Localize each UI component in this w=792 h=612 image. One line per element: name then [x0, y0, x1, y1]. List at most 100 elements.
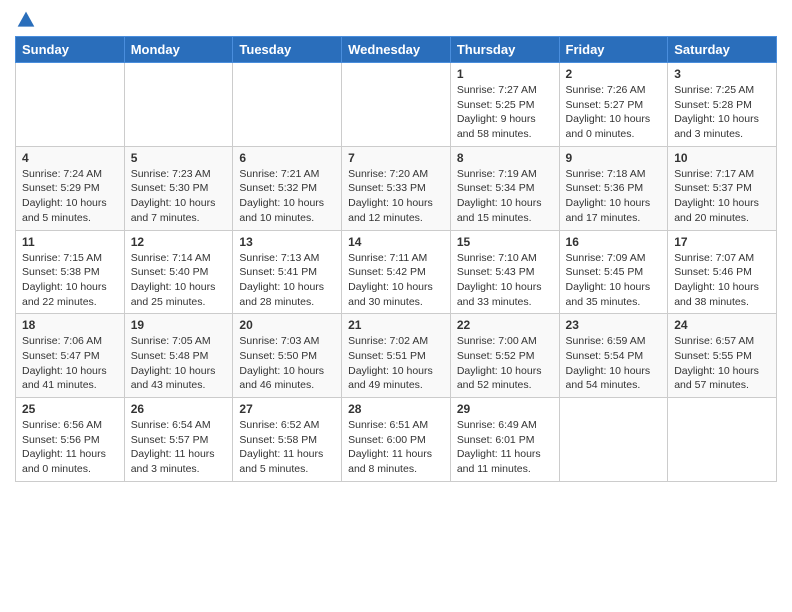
- calendar-week-4: 25 Sunrise: 6:56 AMSunset: 5:56 PMDayligh…: [16, 398, 777, 482]
- day-info: Sunrise: 7:18 AMSunset: 5:36 PMDaylight:…: [566, 167, 662, 226]
- page: SundayMondayTuesdayWednesdayThursdayFrid…: [0, 0, 792, 492]
- logo: [15, 10, 36, 26]
- weekday-header-tuesday: Tuesday: [233, 37, 342, 63]
- calendar-cell: 5 Sunrise: 7:23 AMSunset: 5:30 PMDaylight…: [124, 146, 233, 230]
- calendar-week-0: 1 Sunrise: 7:27 AMSunset: 5:25 PMDaylight…: [16, 63, 777, 147]
- day-number: 20: [239, 318, 335, 332]
- day-info: Sunrise: 7:20 AMSunset: 5:33 PMDaylight:…: [348, 167, 444, 226]
- calendar-week-1: 4Sunrise: 7:24 AMSunset: 5:29 PMDaylight…: [16, 146, 777, 230]
- calendar-cell: 13 Sunrise: 7:13 AMSunset: 5:41 PMDayligh…: [233, 230, 342, 314]
- calendar-table: SundayMondayTuesdayWednesdayThursdayFrid…: [15, 36, 777, 482]
- day-number: 26: [131, 402, 227, 416]
- calendar-cell: 29 Sunrise: 6:49 AMSunset: 6:01 PMDayligh…: [450, 398, 559, 482]
- calendar-cell: 19Sunrise: 7:05 AMSunset: 5:48 PMDayligh…: [124, 314, 233, 398]
- weekday-header-friday: Friday: [559, 37, 668, 63]
- calendar-cell: 14 Sunrise: 7:11 AMSunset: 5:42 PMDayligh…: [342, 230, 451, 314]
- day-info: Sunrise: 6:56 AMSunset: 5:56 PMDaylight:…: [22, 418, 118, 477]
- calendar-cell: 3 Sunrise: 7:25 AMSunset: 5:28 PMDaylight…: [668, 63, 777, 147]
- day-info: Sunrise: 7:21 AMSunset: 5:32 PMDaylight:…: [239, 167, 335, 226]
- calendar-cell: 16 Sunrise: 7:09 AMSunset: 5:45 PMDayligh…: [559, 230, 668, 314]
- calendar-week-2: 11 Sunrise: 7:15 AMSunset: 5:38 PMDayligh…: [16, 230, 777, 314]
- calendar-cell: 24Sunrise: 6:57 AMSunset: 5:55 PMDayligh…: [668, 314, 777, 398]
- day-info: Sunrise: 7:00 AMSunset: 5:52 PMDaylight:…: [457, 334, 553, 393]
- day-number: 16: [566, 235, 662, 249]
- day-number: 29: [457, 402, 553, 416]
- day-number: 3: [674, 67, 770, 81]
- day-number: 15: [457, 235, 553, 249]
- day-number: 13: [239, 235, 335, 249]
- day-number: 2: [566, 67, 662, 81]
- weekday-header-monday: Monday: [124, 37, 233, 63]
- calendar-cell: [233, 63, 342, 147]
- calendar-cell: 28Sunrise: 6:51 AMSunset: 6:00 PMDayligh…: [342, 398, 451, 482]
- calendar-cell: 4Sunrise: 7:24 AMSunset: 5:29 PMDaylight…: [16, 146, 125, 230]
- day-number: 1: [457, 67, 553, 81]
- day-number: 22: [457, 318, 553, 332]
- calendar-cell: 6 Sunrise: 7:21 AMSunset: 5:32 PMDaylight…: [233, 146, 342, 230]
- calendar-cell: 2 Sunrise: 7:26 AMSunset: 5:27 PMDaylight…: [559, 63, 668, 147]
- calendar-cell: 23Sunrise: 6:59 AMSunset: 5:54 PMDayligh…: [559, 314, 668, 398]
- weekday-header-saturday: Saturday: [668, 37, 777, 63]
- calendar-cell: 1 Sunrise: 7:27 AMSunset: 5:25 PMDaylight…: [450, 63, 559, 147]
- day-info: Sunrise: 6:54 AMSunset: 5:57 PMDaylight:…: [131, 418, 227, 477]
- day-info: Sunrise: 7:14 AMSunset: 5:40 PMDaylight:…: [131, 251, 227, 310]
- calendar-cell: 26 Sunrise: 6:54 AMSunset: 5:57 PMDayligh…: [124, 398, 233, 482]
- calendar-cell: 17 Sunrise: 7:07 AMSunset: 5:46 PMDayligh…: [668, 230, 777, 314]
- day-info: Sunrise: 7:11 AMSunset: 5:42 PMDaylight:…: [348, 251, 444, 310]
- day-info: Sunrise: 7:27 AMSunset: 5:25 PMDaylight:…: [457, 83, 553, 142]
- day-number: 18: [22, 318, 118, 332]
- logo-icon: [16, 10, 36, 30]
- day-info: Sunrise: 7:15 AMSunset: 5:38 PMDaylight:…: [22, 251, 118, 310]
- day-info: Sunrise: 6:51 AMSunset: 6:00 PMDaylight:…: [348, 418, 444, 477]
- day-number: 17: [674, 235, 770, 249]
- day-info: Sunrise: 6:49 AMSunset: 6:01 PMDaylight:…: [457, 418, 553, 477]
- calendar-cell: [668, 398, 777, 482]
- day-number: 12: [131, 235, 227, 249]
- day-number: 6: [239, 151, 335, 165]
- calendar-cell: 7Sunrise: 7:20 AMSunset: 5:33 PMDaylight…: [342, 146, 451, 230]
- calendar-cell: [16, 63, 125, 147]
- day-info: Sunrise: 7:17 AMSunset: 5:37 PMDaylight:…: [674, 167, 770, 226]
- calendar-cell: [124, 63, 233, 147]
- day-number: 11: [22, 235, 118, 249]
- header: [15, 10, 777, 26]
- day-number: 25: [22, 402, 118, 416]
- day-info: Sunrise: 6:57 AMSunset: 5:55 PMDaylight:…: [674, 334, 770, 393]
- day-info: Sunrise: 7:10 AMSunset: 5:43 PMDaylight:…: [457, 251, 553, 310]
- calendar-cell: 27 Sunrise: 6:52 AMSunset: 5:58 PMDayligh…: [233, 398, 342, 482]
- day-number: 23: [566, 318, 662, 332]
- day-info: Sunrise: 7:13 AMSunset: 5:41 PMDaylight:…: [239, 251, 335, 310]
- calendar-cell: 18 Sunrise: 7:06 AMSunset: 5:47 PMDayligh…: [16, 314, 125, 398]
- day-number: 9: [566, 151, 662, 165]
- day-info: Sunrise: 7:26 AMSunset: 5:27 PMDaylight:…: [566, 83, 662, 142]
- day-info: Sunrise: 7:09 AMSunset: 5:45 PMDaylight:…: [566, 251, 662, 310]
- day-info: Sunrise: 7:06 AMSunset: 5:47 PMDaylight:…: [22, 334, 118, 393]
- weekday-header-wednesday: Wednesday: [342, 37, 451, 63]
- day-number: 8: [457, 151, 553, 165]
- day-number: 14: [348, 235, 444, 249]
- day-number: 27: [239, 402, 335, 416]
- day-info: Sunrise: 7:25 AMSunset: 5:28 PMDaylight:…: [674, 83, 770, 142]
- day-number: 5: [131, 151, 227, 165]
- calendar-cell: 11 Sunrise: 7:15 AMSunset: 5:38 PMDayligh…: [16, 230, 125, 314]
- day-info: Sunrise: 7:23 AMSunset: 5:30 PMDaylight:…: [131, 167, 227, 226]
- calendar-cell: [559, 398, 668, 482]
- calendar-cell: 20 Sunrise: 7:03 AMSunset: 5:50 PMDayligh…: [233, 314, 342, 398]
- calendar-cell: [342, 63, 451, 147]
- day-info: Sunrise: 7:02 AMSunset: 5:51 PMDaylight:…: [348, 334, 444, 393]
- calendar-cell: 21 Sunrise: 7:02 AMSunset: 5:51 PMDayligh…: [342, 314, 451, 398]
- calendar-week-3: 18 Sunrise: 7:06 AMSunset: 5:47 PMDayligh…: [16, 314, 777, 398]
- calendar-cell: 15 Sunrise: 7:10 AMSunset: 5:43 PMDayligh…: [450, 230, 559, 314]
- calendar-cell: 9 Sunrise: 7:18 AMSunset: 5:36 PMDaylight…: [559, 146, 668, 230]
- day-info: Sunrise: 7:24 AMSunset: 5:29 PMDaylight:…: [22, 167, 118, 226]
- day-info: Sunrise: 7:03 AMSunset: 5:50 PMDaylight:…: [239, 334, 335, 393]
- calendar-cell: 25 Sunrise: 6:56 AMSunset: 5:56 PMDayligh…: [16, 398, 125, 482]
- day-info: Sunrise: 7:05 AMSunset: 5:48 PMDaylight:…: [131, 334, 227, 393]
- weekday-header-sunday: Sunday: [16, 37, 125, 63]
- calendar-cell: 10Sunrise: 7:17 AMSunset: 5:37 PMDayligh…: [668, 146, 777, 230]
- day-info: Sunrise: 7:07 AMSunset: 5:46 PMDaylight:…: [674, 251, 770, 310]
- weekday-header-thursday: Thursday: [450, 37, 559, 63]
- weekday-row: SundayMondayTuesdayWednesdayThursdayFrid…: [16, 37, 777, 63]
- day-info: Sunrise: 6:52 AMSunset: 5:58 PMDaylight:…: [239, 418, 335, 477]
- day-number: 21: [348, 318, 444, 332]
